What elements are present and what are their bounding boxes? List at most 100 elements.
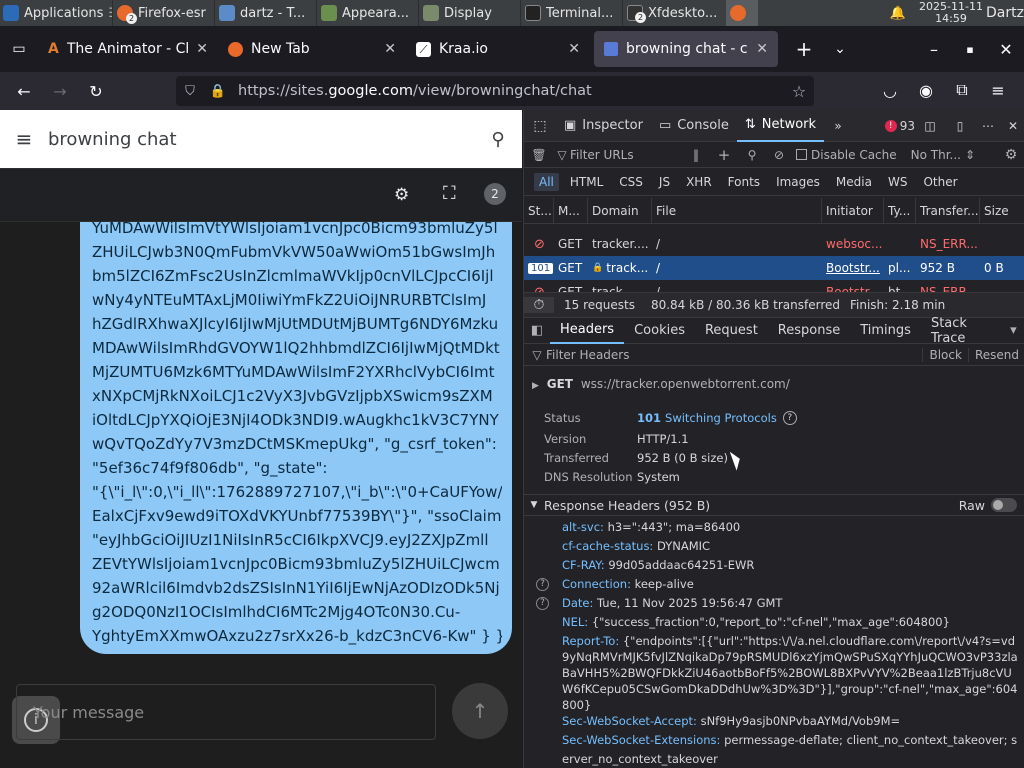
split-console-icon[interactable]: ◫	[915, 119, 945, 133]
extensions-icon[interactable]: ⧉	[944, 74, 980, 106]
search-icon[interactable]: ⚲	[738, 148, 766, 162]
list-tabs-chevron-icon[interactable]: ⌄	[822, 33, 858, 65]
more-tools-icon[interactable]: »	[824, 119, 852, 133]
pause-icon[interactable]: ‖	[682, 148, 710, 162]
devtools-menu-icon[interactable]: ⋯	[975, 119, 1001, 133]
close-tab-icon[interactable]: ✕	[196, 41, 208, 57]
column-header[interactable]: File	[652, 197, 822, 224]
back-button[interactable]: ←	[6, 75, 42, 107]
details-tab-request[interactable]: Request	[695, 318, 768, 344]
details-tab-headers[interactable]: Headers	[549, 318, 625, 344]
response-header[interactable]: Sec-WebSocket-Accept: sNf9Hy9asjb0NPvbaA…	[562, 714, 1022, 728]
response-header[interactable]: 9yNqRMVrMJK5fvJlZNqikaDp79pRSMUDl6xzYjmQ…	[562, 650, 1022, 664]
task-file-manager[interactable]: dartz - T...	[214, 0, 316, 26]
filter-type-js[interactable]: JS	[654, 173, 675, 191]
details-tab-stack-trace[interactable]: Stack Trace	[921, 316, 1010, 346]
help-icon[interactable]: ?	[536, 597, 549, 610]
response-header[interactable]: Report-To: {"endpoints":[{"url":"https:\…	[562, 634, 1022, 648]
block-requests-icon[interactable]: ⊘	[766, 148, 792, 162]
filter-headers-input[interactable]: Filter Headers	[546, 348, 922, 362]
details-tab-response[interactable]: Response	[768, 318, 850, 344]
raw-toggle[interactable]	[991, 498, 1017, 512]
tab-kraa[interactable]: ⟋ Kraa.io ✕	[406, 31, 590, 67]
settings-doc-icon[interactable]: ⚙	[394, 185, 409, 205]
response-header[interactable]: cf-cache-status: DYNAMIC	[562, 539, 1022, 553]
response-header[interactable]: alt-svc: h3=":443"; ma=86400	[562, 520, 1022, 534]
tracking-shield-icon[interactable]: ⛉	[176, 84, 204, 99]
column-header[interactable]: St...	[524, 197, 554, 224]
more-tabs-dropdown-icon[interactable]: ▾	[1010, 323, 1024, 338]
notification-bell-icon[interactable]: 🔔	[886, 6, 910, 21]
resend-button[interactable]: Resend	[967, 347, 1024, 362]
bookmark-star-icon[interactable]: ☆	[784, 82, 814, 101]
column-header[interactable]: Initiator	[822, 197, 884, 224]
tab-inspector[interactable]: ▣ Inspector	[556, 110, 651, 142]
response-header[interactable]: BaVHH5%2BWQFDkkZiU46aotbBoFf5%2BOWL8BXPv…	[562, 666, 1022, 680]
request-row[interactable]: ⊘ GET track... / Bootstr... bt... NS_ERR...	[524, 280, 1024, 293]
toggle-sidebar-icon[interactable]: ◧	[524, 323, 550, 338]
filter-type-ws[interactable]: WS	[883, 173, 912, 191]
task-display[interactable]: Display	[418, 0, 520, 26]
new-tab-button[interactable]: +	[786, 33, 822, 65]
responsive-design-icon[interactable]: ▯	[945, 119, 975, 133]
request-row[interactable]: ⊘ GET tracker.... / websoc... NS_ERR...	[524, 232, 1024, 256]
task-firefox-active[interactable]	[726, 0, 758, 26]
add-request-icon[interactable]: +	[710, 146, 738, 164]
disable-cache-checkbox[interactable]: Disable Cache	[796, 148, 897, 162]
url-bar[interactable]: ⛉ 🔒 https://sites. google.com/view/browni…	[176, 76, 814, 106]
network-settings-gear-icon[interactable]: ⚙	[997, 147, 1024, 163]
applications-menu[interactable]: Applications ☰	[0, 0, 112, 26]
menu-hamburger-icon[interactable]: ≡	[980, 74, 1016, 106]
forward-button[interactable]: →	[42, 75, 78, 107]
response-header[interactable]: Date: Tue, 11 Nov 2025 19:56:47 GMT	[562, 596, 1022, 610]
task-firefox[interactable]: 2 Firefox-esr	[112, 0, 214, 26]
filter-type-other[interactable]: Other	[918, 173, 962, 191]
reload-button[interactable]: ↻	[78, 75, 114, 107]
task-terminal[interactable]: Terminal...	[520, 0, 622, 26]
column-header[interactable]: Domain	[588, 197, 652, 224]
filter-type-media[interactable]: Media	[831, 173, 877, 191]
clear-requests-icon[interactable]: 🗑	[524, 148, 554, 162]
filter-type-all[interactable]: All	[534, 172, 559, 191]
help-icon[interactable]: ?	[782, 411, 797, 425]
tab-network[interactable]: ⇅ Network	[736, 110, 825, 142]
account-icon[interactable]: ◉	[908, 74, 944, 106]
maximize-button[interactable]: ▪	[952, 33, 988, 65]
details-tab-timings[interactable]: Timings	[850, 318, 921, 344]
filter-type-fonts[interactable]: Fonts	[723, 173, 765, 191]
column-header[interactable]: M...	[554, 197, 588, 224]
task-xfdesktop[interactable]: 2 Xfdeskto...	[622, 0, 724, 26]
error-count-badge[interactable]: ! 93	[884, 119, 915, 133]
close-window-button[interactable]: ✕	[988, 33, 1024, 65]
minimize-button[interactable]: –	[916, 33, 952, 65]
details-tab-cookies[interactable]: Cookies	[624, 318, 695, 344]
response-header[interactable]: NEL: {"success_fraction":0,"report_to":"…	[562, 615, 1022, 629]
performance-icon[interactable]: ⏱	[524, 297, 554, 313]
throttling-select[interactable]: No Thr... ⇕	[911, 148, 975, 162]
block-button[interactable]: Block	[922, 347, 967, 362]
close-tab-icon[interactable]: ✕	[384, 41, 396, 57]
pick-element-icon[interactable]: ⬚	[524, 118, 556, 134]
user-menu[interactable]: Dartz	[986, 5, 1024, 21]
notification-count-badge[interactable]: 2	[484, 183, 506, 205]
search-icon[interactable]: ⚲	[474, 129, 522, 150]
menu-icon[interactable]: ≡	[0, 127, 48, 151]
site-title[interactable]: browning chat	[48, 129, 474, 150]
column-header[interactable]: Transfer...	[916, 197, 980, 224]
response-header[interactable]: erver_no_context_takeover	[562, 752, 1022, 766]
filter-type-css[interactable]: CSS	[614, 173, 648, 191]
lock-icon[interactable]: 🔒	[204, 84, 232, 99]
response-headers-section[interactable]: ▼ Response Headers (952 B) Raw	[524, 494, 1024, 516]
message-input[interactable]: Your message	[16, 684, 436, 740]
request-line[interactable]: ▶ GET wss://tracker.openwebtorrent.com/	[532, 377, 790, 391]
filter-type-images[interactable]: Images	[771, 173, 825, 191]
response-header[interactable]: 800}	[562, 698, 1022, 712]
filter-urls-input[interactable]: Filter URLs	[570, 148, 682, 162]
column-header[interactable]: Ty...	[884, 197, 916, 224]
response-header[interactable]: CF-RAY: 99d05addaac64251-EWR	[562, 558, 1022, 572]
response-header[interactable]: W6fKCepu05CSwGomDkaDDdhUw%3D%3D"}],"grou…	[562, 682, 1022, 696]
request-row[interactable]: 101 GET 🔒 track... / Bootstr... pl... 952 B 0 B	[524, 256, 1024, 280]
help-icon[interactable]: ?	[536, 578, 549, 591]
tab-new-tab[interactable]: New Tab ✕	[218, 31, 406, 67]
pocket-icon[interactable]: ◡	[872, 74, 908, 106]
